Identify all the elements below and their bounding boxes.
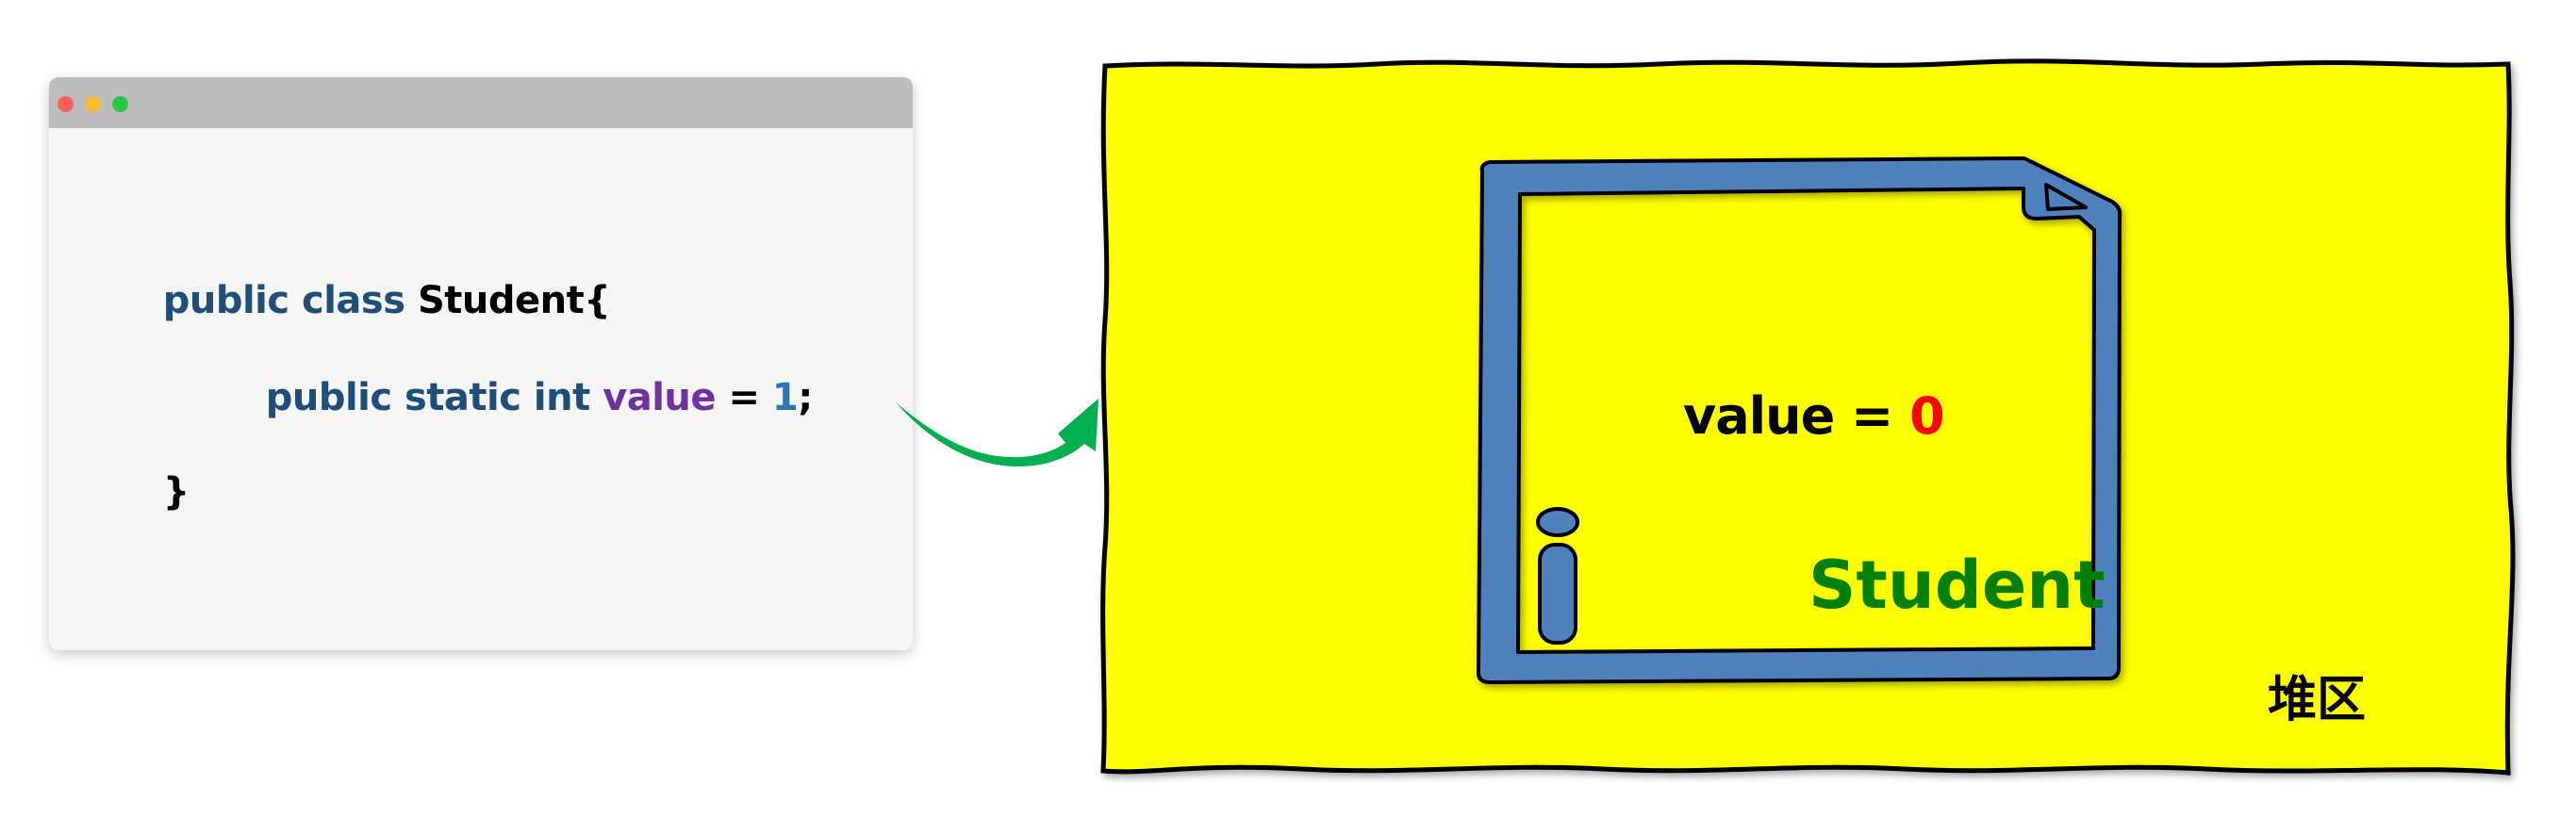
curved-arrow-icon — [896, 399, 1098, 466]
maximize-window-dot[interactable] — [112, 96, 128, 112]
window-titlebar — [49, 77, 913, 128]
heap-label: 堆区 — [2268, 672, 2367, 728]
field-equals: = — [1834, 386, 1910, 446]
object-class-name: Student — [1808, 547, 2105, 624]
field-default-value: 0 — [1909, 386, 1945, 446]
code-semicolon: ; — [798, 376, 813, 419]
code-class-name: Student{ — [417, 279, 611, 322]
field-value-text: value = 0 — [1683, 386, 1945, 446]
close-window-dot[interactable] — [58, 96, 74, 112]
code-line-field-declaration: public static int value = 1; — [215, 333, 814, 463]
code-line-closing-brace: } — [112, 427, 190, 557]
code-operator: = — [716, 376, 772, 419]
code-variable-name: value — [603, 376, 717, 419]
code-keyword: public static int — [265, 376, 603, 419]
code-brace: } — [162, 470, 190, 514]
code-number-literal: 1 — [771, 376, 799, 419]
code-window: public class Student{ public static int … — [49, 77, 913, 650]
minimize-window-dot[interactable] — [85, 96, 101, 112]
code-keyword: public class — [162, 279, 418, 322]
info-icon — [1536, 507, 1579, 645]
field-name: value — [1683, 386, 1835, 446]
